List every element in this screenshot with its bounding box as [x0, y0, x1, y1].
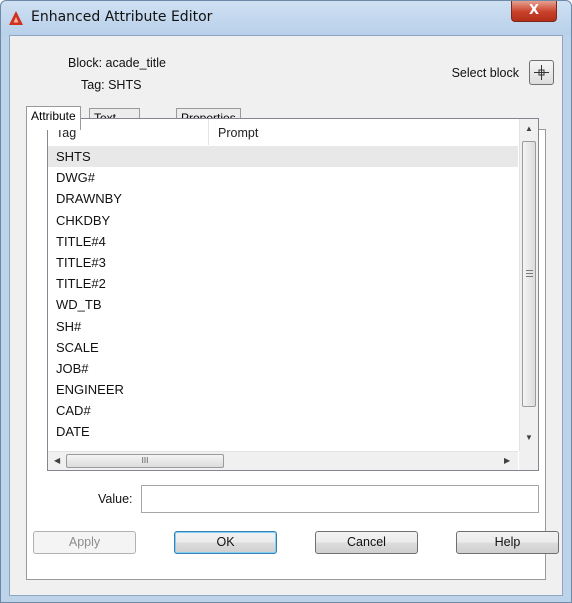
ok-button[interactable]: OK — [174, 531, 277, 554]
list-item[interactable]: WD_TB — [48, 294, 518, 315]
vertical-scroll-thumb[interactable] — [522, 141, 536, 407]
dialog-window: Enhanced Attribute Editor X Block: acade… — [0, 0, 572, 603]
list-header: Tag Prompt — [48, 119, 518, 147]
close-button[interactable]: X — [511, 1, 557, 22]
list-item[interactable]: DWG# — [48, 167, 518, 188]
list-item[interactable]: DRAWNBY — [48, 188, 518, 209]
select-block-button[interactable] — [529, 60, 554, 85]
scroll-right-arrow-icon[interactable]: ▶ — [504, 456, 510, 465]
list-item[interactable]: DATE — [48, 421, 518, 442]
thumb-grip-line — [526, 276, 533, 277]
tab-attribute[interactable]: Attribute — [26, 106, 81, 130]
value-input[interactable] — [141, 485, 539, 513]
autocad-a-icon — [9, 11, 23, 25]
tag-name-label: Tag: SHTS — [81, 78, 142, 92]
pick-crosshair-icon — [534, 65, 549, 80]
close-icon: X — [528, 3, 540, 18]
apply-button[interactable]: Apply — [33, 531, 136, 554]
list-item[interactable]: CHKDBY — [48, 210, 518, 231]
list-item[interactable]: TITLE#4 — [48, 231, 518, 252]
thumb-grip-glyph: III — [141, 456, 149, 465]
list-item[interactable]: TITLE#2 — [48, 273, 518, 294]
list-item[interactable]: CAD# — [48, 400, 518, 421]
window-title: Enhanced Attribute Editor — [31, 9, 213, 25]
block-name-label: Block: acade_title — [68, 56, 166, 70]
list-item[interactable]: SHTS — [48, 146, 518, 168]
scroll-up-arrow-icon[interactable]: ▲ — [525, 124, 533, 133]
cancel-button[interactable]: Cancel — [315, 531, 418, 554]
select-block-label: Select block — [451, 66, 519, 80]
list-item[interactable]: ENGINEER — [48, 379, 518, 400]
scrollbar-corner — [519, 451, 538, 470]
thumb-grip-line — [526, 273, 533, 274]
title-bar[interactable]: Enhanced Attribute Editor X — [1, 1, 571, 35]
help-button[interactable]: Help — [456, 531, 559, 554]
horizontal-scroll-thumb[interactable]: III — [66, 454, 224, 468]
scroll-down-arrow-icon[interactable]: ▼ — [525, 433, 533, 442]
vertical-scrollbar[interactable]: ▲ ▼ — [519, 119, 538, 452]
attribute-list[interactable]: Tag Prompt SHTS DWG# DRAWNBY CHKDBY TITLE#4 T… — [47, 118, 539, 471]
list-rows: SHTS DWG# DRAWNBY CHKDBY TITLE#4 TITLE#3 TITLE… — [48, 146, 518, 443]
scroll-left-arrow-icon[interactable]: ◀ — [54, 456, 60, 465]
list-item[interactable]: TITLE#3 — [48, 252, 518, 273]
thumb-grip-line — [526, 270, 533, 271]
list-item[interactable]: SH# — [48, 316, 518, 337]
horizontal-scrollbar[interactable]: ◀ III ▶ — [48, 451, 518, 470]
list-item[interactable]: SCALE — [48, 337, 518, 358]
column-header-prompt[interactable]: Prompt — [218, 126, 258, 140]
column-divider[interactable] — [208, 119, 209, 145]
list-item[interactable]: JOB# — [48, 358, 518, 379]
value-label: Value: — [98, 492, 133, 506]
